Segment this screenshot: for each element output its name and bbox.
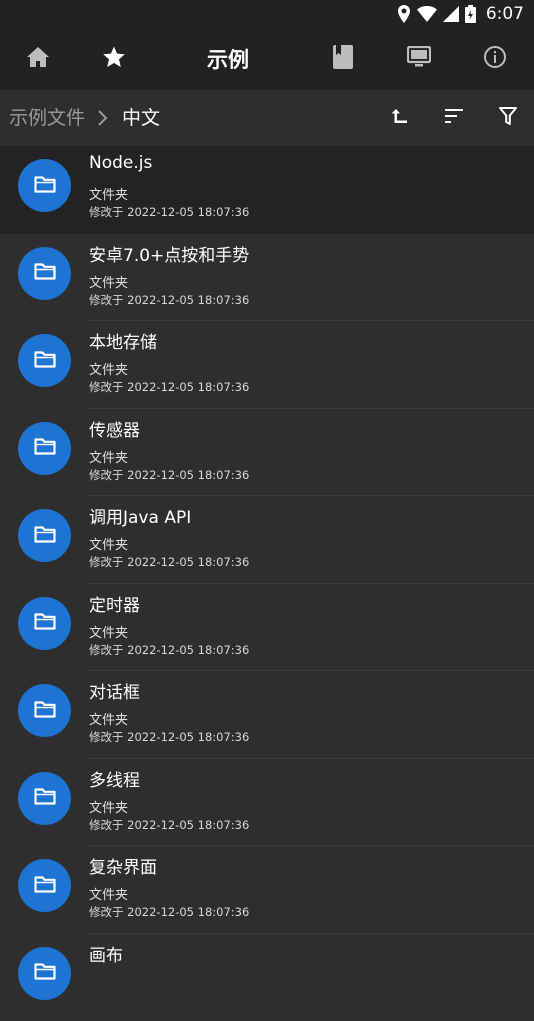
filter-icon [499,107,517,129]
file-list: Node.js 文件夹 修改于 2022-12-05 18:07:36 安卓7.… [0,146,534,1021]
file-name: 对话框 [89,678,140,703]
sort-icon [444,108,464,128]
chevron-right-icon [96,109,108,131]
star-icon [102,45,126,73]
location-icon [397,5,411,23]
app-bar: 示例 [0,28,534,90]
battery-icon [465,5,476,23]
file-modified: 修改于 2022-12-05 18:07:36 [89,642,249,658]
list-item[interactable]: 调用Java API 文件夹 修改于 2022-12-05 18:07:36 [0,496,534,584]
wifi-icon [417,6,437,22]
file-type: 文件夹 [89,184,128,203]
file-name: 画布 [89,941,123,966]
docs-button[interactable] [315,28,371,90]
folder-avatar [18,859,71,912]
folder-avatar [18,422,71,475]
list-item[interactable]: 复杂界面 文件夹 修改于 2022-12-05 18:07:36 [0,846,534,934]
folder-icon [34,700,56,722]
folder-icon [34,962,56,984]
folder-icon [34,525,56,547]
file-type: 文件夹 [89,359,128,378]
folder-avatar [18,947,71,1000]
page-title: 示例 [160,28,296,90]
folder-icon [34,787,56,809]
folder-icon [34,612,56,634]
breadcrumb: 示例文件 中文 [0,90,534,146]
sort-button[interactable] [432,90,476,146]
favorites-button[interactable] [86,28,142,90]
home-button[interactable] [10,28,66,90]
list-item[interactable]: 画布 [0,934,534,1021]
file-type: 文件夹 [89,797,128,816]
file-type: 文件夹 [89,622,128,641]
file-name: 传感器 [89,416,140,441]
go-up-button[interactable] [378,90,422,146]
breadcrumb-parent[interactable]: 示例文件 [9,90,85,146]
folder-icon [34,175,56,197]
file-modified: 修改于 2022-12-05 18:07:36 [89,554,249,570]
book-icon [333,45,353,73]
list-item[interactable]: 本地存储 文件夹 修改于 2022-12-05 18:07:36 [0,321,534,409]
folder-avatar [18,684,71,737]
home-icon [26,46,50,72]
arrow-up-icon [390,106,410,130]
file-type: 文件夹 [89,272,128,291]
file-type: 文件夹 [89,534,128,553]
file-modified: 修改于 2022-12-05 18:07:36 [89,292,249,308]
file-name: 复杂界面 [89,853,157,878]
folder-icon [34,437,56,459]
folder-avatar [18,334,71,387]
monitor-icon [407,46,431,72]
cell-signal-icon [443,6,459,22]
status-time: 6:07 [486,4,524,24]
about-button[interactable] [467,28,523,90]
folder-avatar [18,247,71,300]
file-modified: 修改于 2022-12-05 18:07:36 [89,817,249,833]
folder-avatar [18,159,71,212]
list-item[interactable]: 定时器 文件夹 修改于 2022-12-05 18:07:36 [0,584,534,672]
file-modified: 修改于 2022-12-05 18:07:36 [89,467,249,483]
breadcrumb-current: 中文 [122,90,160,146]
folder-avatar [18,509,71,562]
file-type: 文件夹 [89,884,128,903]
file-name: 调用Java API [89,503,191,528]
folder-icon [34,262,56,284]
console-button[interactable] [391,28,447,90]
file-name: 安卓7.0+点按和手势 [89,241,249,266]
filter-button[interactable] [486,90,530,146]
info-icon [483,45,507,73]
file-name: 本地存储 [89,328,157,353]
folder-icon [34,875,56,897]
list-item[interactable]: 安卓7.0+点按和手势 文件夹 修改于 2022-12-05 18:07:36 [0,234,534,322]
list-item[interactable]: 对话框 文件夹 修改于 2022-12-05 18:07:36 [0,671,534,759]
list-item[interactable]: 传感器 文件夹 修改于 2022-12-05 18:07:36 [0,409,534,497]
folder-avatar [18,597,71,650]
file-type: 文件夹 [89,447,128,466]
file-modified: 修改于 2022-12-05 18:07:36 [89,904,249,920]
file-name: Node.js [89,153,152,173]
folder-avatar [18,772,71,825]
status-bar: 6:07 [0,0,534,28]
file-type: 文件夹 [89,709,128,728]
list-item[interactable]: 多线程 文件夹 修改于 2022-12-05 18:07:36 [0,759,534,847]
folder-icon [34,350,56,372]
file-modified: 修改于 2022-12-05 18:07:36 [89,729,249,745]
file-name: 定时器 [89,591,140,616]
file-modified: 修改于 2022-12-05 18:07:36 [89,379,249,395]
file-modified: 修改于 2022-12-05 18:07:36 [89,204,249,220]
file-name: 多线程 [89,766,140,791]
list-item[interactable]: Node.js 文件夹 修改于 2022-12-05 18:07:36 [0,146,534,234]
